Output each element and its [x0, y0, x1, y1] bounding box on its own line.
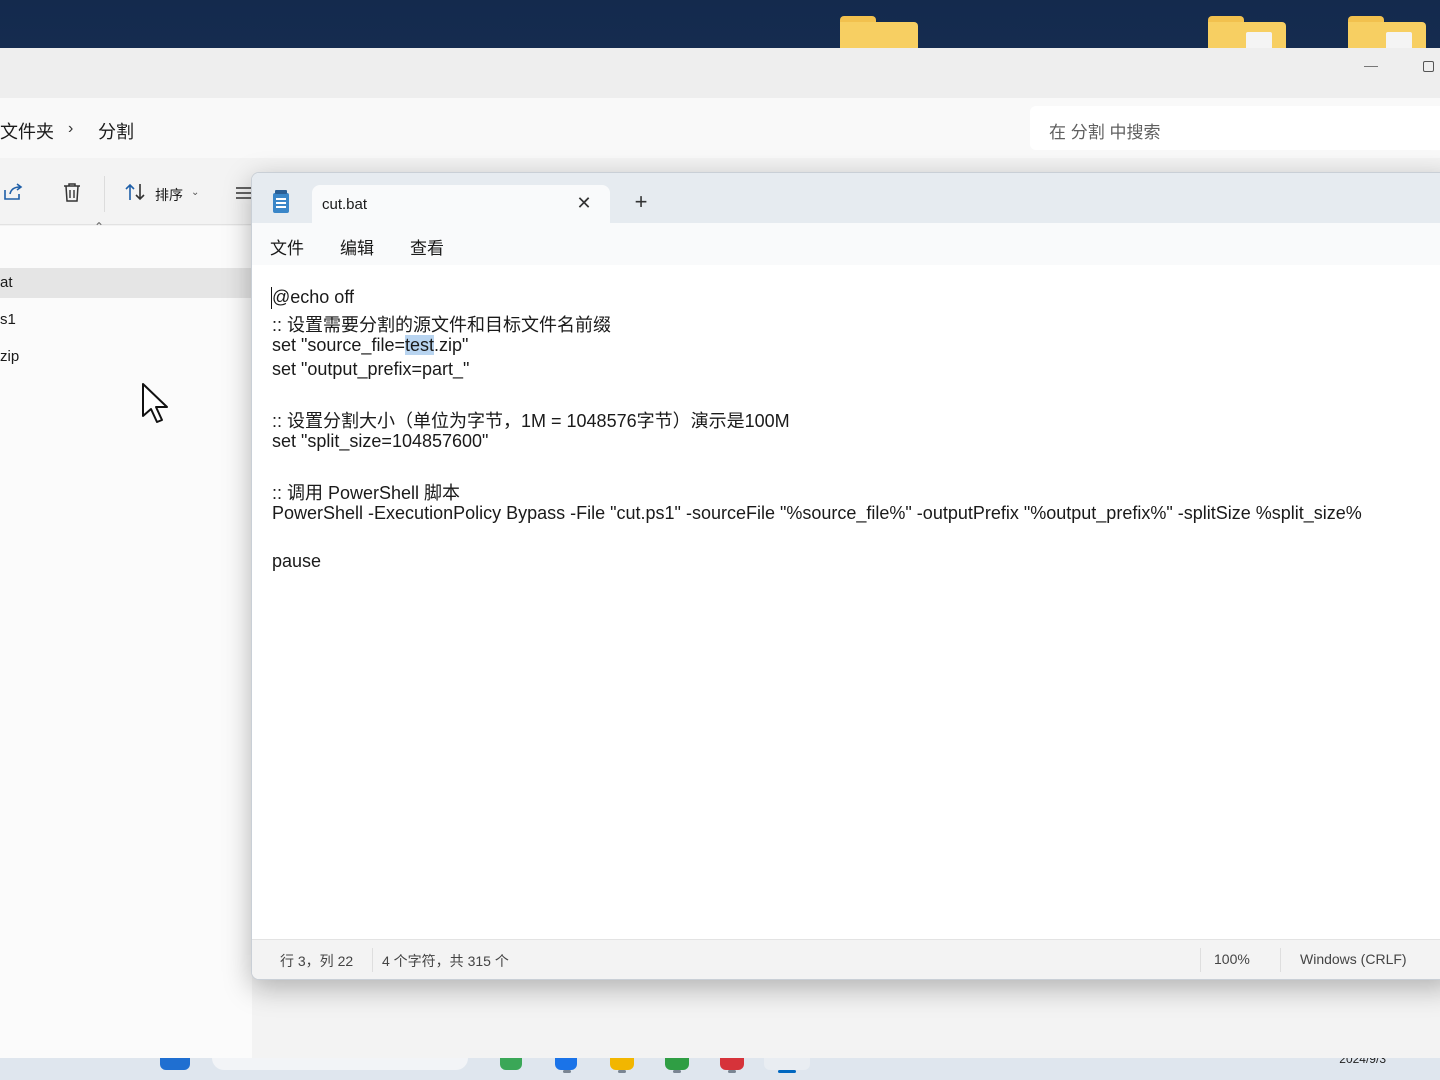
toolbar-divider — [104, 176, 105, 212]
breadcrumb-parent[interactable]: 文件夹 — [0, 118, 54, 144]
file-name: at — [0, 274, 13, 291]
code-line: set "split_size=104857600" — [272, 431, 489, 451]
cursor-position: 行 3，列 22 — [280, 953, 354, 969]
code-line: PowerShell -ExecutionPolicy Bypass -File… — [272, 503, 1362, 523]
status-divider — [372, 948, 373, 972]
delete-icon[interactable] — [62, 181, 82, 203]
new-tab-plus-icon[interactable]: + — [630, 191, 652, 213]
notepad-taskbar-icon[interactable] — [764, 1058, 810, 1070]
active-indicator — [778, 1070, 796, 1073]
selection-count: 4 个字符，共 315 个 — [382, 953, 509, 969]
zoom-level[interactable]: 100% — [1214, 951, 1250, 967]
tab-title: cut.bat — [322, 196, 368, 213]
minimize-icon[interactable] — [1364, 66, 1378, 67]
mouse-cursor-icon — [142, 383, 168, 423]
explorer-titlebar — [0, 48, 1440, 98]
taskbar-search-box[interactable] — [212, 1058, 468, 1070]
text-editor[interactable]: @echo off :: 设置需要分割的源文件和目标文件名前缀 set "sou… — [252, 265, 1440, 939]
notepad-menubar: 文件 编辑 查看 — [252, 223, 1440, 266]
selected-text: test — [404, 335, 434, 355]
status-divider — [1280, 948, 1281, 972]
close-tab-icon[interactable]: ✕ — [574, 193, 594, 213]
running-indicator — [728, 1070, 736, 1073]
maximize-icon[interactable] — [1423, 61, 1434, 72]
code-line: :: 调用 PowerShell 脚本 — [272, 483, 461, 503]
running-indicator — [618, 1070, 626, 1073]
app-taskbar-icon[interactable] — [665, 1058, 689, 1070]
file-name: zip — [0, 348, 20, 365]
file-explorer-taskbar-icon[interactable] — [610, 1058, 634, 1070]
file-row[interactable]: zip — [0, 342, 252, 372]
notepad-titlebar: cut.bat ✕ + — [252, 173, 1440, 225]
view-menu-icon[interactable] — [236, 186, 252, 200]
notepad-app-icon — [273, 190, 289, 213]
desktop-folder-icon[interactable] — [1348, 16, 1426, 50]
code-line: set "output_prefix=part_" — [272, 359, 470, 379]
code-line: :: 设置需要分割的源文件和目标文件名前缀 — [272, 315, 612, 335]
tab-cut-bat[interactable]: cut.bat ✕ — [312, 185, 610, 225]
code-line: @echo off — [272, 287, 354, 307]
file-row[interactable]: s1 — [0, 305, 252, 335]
notepad-window: cut.bat ✕ + 文件 编辑 查看 @echo off :: 设置需要分割… — [251, 172, 1440, 980]
breadcrumb-separator: › — [68, 120, 74, 137]
app-taskbar-icon[interactable] — [720, 1058, 744, 1070]
menu-file[interactable]: 文件 — [270, 234, 304, 259]
text-before-selection: set "source_file= — [272, 335, 405, 355]
desktop-folder-icon[interactable] — [1208, 16, 1286, 50]
file-list: ⌃ at s1 zip — [0, 220, 252, 1058]
line-ending[interactable]: Windows (CRLF) — [1300, 951, 1407, 967]
sort-button[interactable]: 排序 — [155, 185, 183, 205]
text-after-selection: .zip" — [433, 335, 469, 355]
desktop-folder-icon[interactable] — [840, 16, 918, 50]
explorer-search-input[interactable]: 在 分割 中搜索 — [1030, 106, 1440, 150]
status-bar: 行 3，列 22 4 个字符，共 315 个 100% Windows (CRL… — [252, 939, 1440, 979]
file-row[interactable]: at — [0, 268, 252, 298]
code-line-selected: set "source_file=test.zip" — [272, 335, 468, 356]
code-line: :: 设置分割大小（单位为字节，1M = 1048576字节）演示是100M — [272, 411, 790, 431]
running-indicator — [673, 1070, 681, 1073]
sort-icon[interactable] — [124, 182, 146, 202]
start-icon[interactable] — [160, 1058, 190, 1070]
share-icon[interactable] — [2, 182, 24, 202]
breadcrumb-current[interactable]: 分割 — [98, 118, 134, 144]
code-line: pause — [272, 551, 322, 571]
chrome-icon[interactable] — [500, 1058, 522, 1070]
menu-view[interactable]: 查看 — [410, 234, 444, 259]
menu-edit[interactable]: 编辑 — [340, 234, 374, 259]
search-placeholder: 在 分割 中搜索 — [1049, 123, 1161, 142]
sort-caret-icon[interactable]: ⌃ — [94, 220, 104, 234]
taskbar: 2024/9/3 — [0, 1052, 1440, 1080]
running-indicator — [563, 1070, 571, 1073]
status-divider — [1200, 948, 1201, 972]
file-name: s1 — [0, 311, 16, 328]
chevron-down-icon[interactable]: ⌄ — [191, 187, 199, 198]
edge-icon[interactable] — [555, 1058, 577, 1070]
